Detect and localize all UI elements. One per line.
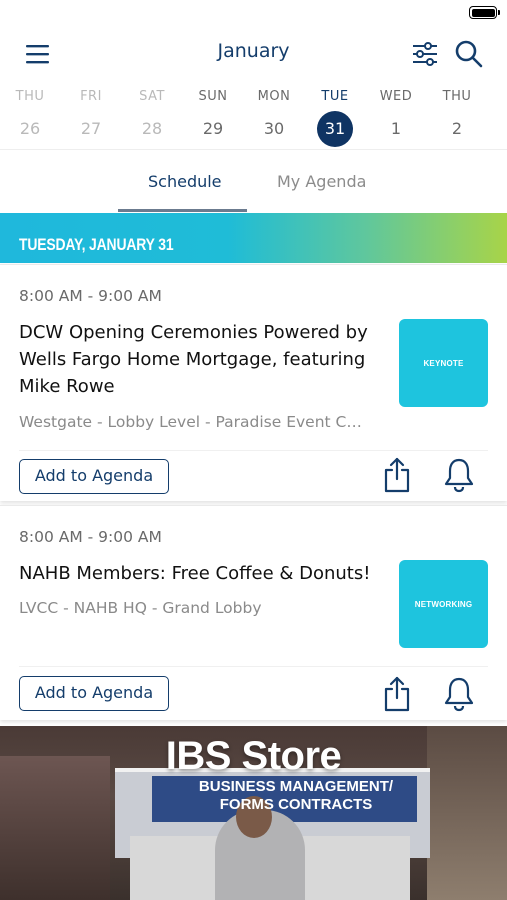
promo-title: IBS Store [165, 734, 342, 778]
share-button[interactable] [379, 674, 415, 714]
day-number: 26 [19, 119, 41, 138]
date-banner: TUESDAY, JANUARY 31 [0, 213, 507, 263]
tab-my-agenda[interactable]: My Agenda [277, 172, 366, 191]
add-to-agenda-button[interactable]: Add to Agenda [19, 676, 169, 711]
day-number: 27 [80, 119, 102, 138]
session-card[interactable]: 8:00 AM - 9:00 AM NAHB Members: Free Cof… [0, 505, 507, 720]
search-button[interactable] [449, 34, 489, 74]
notify-button[interactable] [441, 674, 477, 714]
session-title[interactable]: DCW Opening Ceremonies Powered by Wells … [19, 319, 379, 400]
tab-bar: Schedule My Agenda [0, 152, 507, 213]
day-name: THU [442, 89, 472, 104]
share-icon [384, 676, 410, 712]
day-mon-30[interactable]: MON 30 [244, 86, 304, 148]
day-number: 1 [390, 119, 402, 138]
session-tag-label: KEYNOTE [423, 358, 464, 368]
day-wed-1[interactable]: WED 1 [366, 86, 426, 148]
session-location: Westgate - Lobby Level - Paradise Event … [19, 413, 364, 431]
session-card[interactable]: 8:00 AM - 9:00 AM DCW Opening Ceremonies… [0, 264, 507, 501]
add-to-agenda-button[interactable]: Add to Agenda [19, 459, 169, 494]
session-location: LVCC - NAHB HQ - Grand Lobby [19, 599, 262, 617]
battery-icon [469, 6, 500, 19]
day-name: THU [15, 89, 45, 104]
notify-button[interactable] [441, 455, 477, 495]
day-name: SUN [198, 89, 228, 104]
share-icon [384, 457, 410, 493]
day-sun-29[interactable]: SUN 29 [183, 86, 243, 148]
day-number: 28 [141, 119, 163, 138]
day-thu-2[interactable]: THU 2 [427, 86, 487, 148]
day-name: MON [257, 89, 291, 104]
session-tag-thumbnail: NETWORKING [399, 560, 488, 648]
active-tab-indicator [118, 209, 247, 212]
session-time: 8:00 AM - 9:00 AM [19, 528, 162, 546]
week-strip: THU 26 FRI 27 SAT 28 SUN 29 MON 30 TUE 3… [0, 86, 507, 150]
session-tag-thumbnail: KEYNOTE [399, 319, 488, 407]
filter-button[interactable] [405, 34, 445, 74]
day-name: TUE [321, 89, 349, 104]
status-bar [0, 0, 507, 28]
sliders-filter-icon [413, 42, 437, 66]
share-button[interactable] [379, 455, 415, 495]
search-icon [455, 40, 483, 68]
day-name: FRI [80, 89, 102, 104]
card-divider [19, 450, 488, 451]
day-fri-27[interactable]: FRI 27 [61, 86, 121, 148]
bell-icon [444, 677, 474, 712]
day-number: 2 [451, 119, 463, 138]
day-number: 30 [263, 119, 285, 138]
day-sat-28[interactable]: SAT 28 [122, 86, 182, 148]
day-name: WED [379, 89, 413, 104]
top-bar: January [0, 28, 507, 80]
bell-icon [444, 458, 474, 493]
session-tag-label: NETWORKING [414, 599, 473, 609]
card-divider [19, 666, 488, 667]
tab-schedule[interactable]: Schedule [148, 172, 222, 191]
day-number: 29 [202, 119, 224, 138]
day-number: 31 [317, 111, 353, 147]
session-title[interactable]: NAHB Members: Free Coffee & Donuts! [19, 560, 379, 587]
session-time: 8:00 AM - 9:00 AM [19, 287, 162, 305]
day-thu-26[interactable]: THU 26 [0, 86, 60, 148]
day-tue-31[interactable]: TUE 31 [305, 86, 365, 148]
date-banner-label: TUESDAY, JANUARY 31 [19, 235, 174, 254]
promo-subtitle: BUSINESS MANAGEMENT/ FORMS CONTRACTS [198, 778, 394, 813]
day-name: SAT [139, 89, 165, 104]
ibs-store-promo-banner[interactable]: IBS Store BUSINESS MANAGEMENT/ FORMS CON… [0, 726, 507, 900]
